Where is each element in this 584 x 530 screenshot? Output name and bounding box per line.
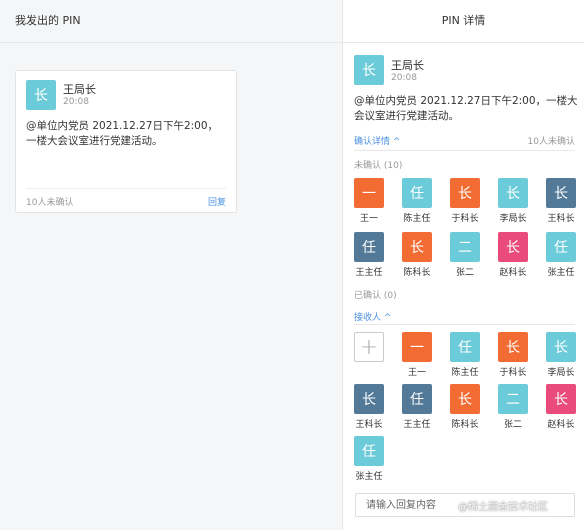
- member-item[interactable]: 长于科长: [491, 332, 535, 378]
- panel-title: PIN 详情: [343, 0, 584, 43]
- member-name: 陈科长: [451, 420, 479, 430]
- avatar: 二: [450, 232, 480, 262]
- member-item[interactable]: 长赵科长: [491, 232, 535, 278]
- member-item[interactable]: 二张二: [443, 232, 487, 278]
- pin-card[interactable]: 长 王局长 20:08 @单位内党员 2021.12.27日下午2:00，一楼大…: [15, 70, 237, 213]
- plus-icon: +: [359, 334, 379, 360]
- avatar: 任: [546, 232, 576, 262]
- member-item[interactable]: 任张主任: [347, 436, 391, 482]
- avatar: 任: [402, 384, 432, 414]
- avatar: 长: [354, 384, 384, 414]
- member-item[interactable]: 任王主任: [395, 384, 439, 430]
- member-item[interactable]: 长陈科长: [443, 384, 487, 430]
- avatar: 任: [402, 178, 432, 208]
- avatar: 长: [354, 55, 384, 85]
- unconfirmed-count: 10人未确认: [527, 137, 575, 147]
- avatar: 长: [402, 232, 432, 262]
- member-item[interactable]: 长王科长: [347, 384, 391, 430]
- member-name: 于科长: [499, 368, 527, 378]
- sender-name: 王局长: [63, 83, 96, 96]
- member-item[interactable]: 长李局长: [539, 332, 583, 378]
- member-name: 王科长: [547, 214, 575, 224]
- confirmed-label: 已确认 (0): [354, 291, 397, 301]
- member-item[interactable]: 一王一: [347, 178, 391, 224]
- avatar: 长: [498, 232, 528, 262]
- card-divider: [26, 188, 226, 189]
- sent-pins-panel: 我发出的 PIN 长 王局长 20:08 @单位内党员 2021.12.27日下…: [0, 0, 342, 530]
- avatar: 长: [26, 80, 56, 110]
- avatar: 长: [546, 384, 576, 414]
- avatar: 长: [546, 178, 576, 208]
- avatar: 二: [498, 384, 528, 414]
- sender-name: 王局长: [391, 59, 424, 72]
- member-name: 陈主任: [403, 214, 431, 224]
- member-name: 张主任: [355, 472, 383, 482]
- member-name: 张主任: [547, 268, 575, 278]
- avatar: 长: [450, 178, 480, 208]
- pin-detail-panel: PIN 详情 长 王局长 20:08 @单位内党员 2021.12.27日下午2…: [343, 0, 584, 530]
- pin-content: @单位内党员 2021.12.27日下午2:00，一楼大会议室进行党建活动。: [26, 120, 219, 147]
- pin-content: @单位内党员 2021.12.27日下午2:00，一楼大会议室进行党建活动。: [354, 95, 578, 122]
- avatar: 长: [498, 178, 528, 208]
- avatar: 长: [450, 384, 480, 414]
- avatar: 长: [546, 332, 576, 362]
- watermark: @稀土掘金技术社区: [458, 502, 548, 513]
- member-name: 王一: [407, 368, 426, 378]
- member-item[interactable]: 长陈科长: [395, 232, 439, 278]
- section-divider: [354, 150, 575, 151]
- member-item[interactable]: 长于科长: [443, 178, 487, 224]
- member-name: 王主任: [355, 268, 383, 278]
- panel-title: 我发出的 PIN: [0, 0, 342, 43]
- avatar: 长: [498, 332, 528, 362]
- member-item[interactable]: 一王一: [395, 332, 439, 378]
- avatar: 一: [402, 332, 432, 362]
- sent-time: 20:08: [63, 97, 89, 107]
- member-item[interactable]: 任陈主任: [395, 178, 439, 224]
- confirm-detail-toggle[interactable]: 确认详情 ^: [354, 134, 400, 147]
- member-name: 赵科长: [499, 268, 527, 278]
- member-name: 李局长: [547, 368, 575, 378]
- member-item[interactable]: 任王主任: [347, 232, 391, 278]
- member-item[interactable]: 长李局长: [491, 178, 535, 224]
- member-item[interactable]: 任陈主任: [443, 332, 487, 378]
- avatar: 一: [354, 178, 384, 208]
- member-name: 张二: [455, 268, 474, 278]
- sent-time: 20:08: [391, 73, 417, 83]
- member-item[interactable]: 长王科长: [539, 178, 583, 224]
- member-name: 王科长: [355, 420, 383, 430]
- member-name: 李局长: [499, 214, 527, 224]
- section-divider: [354, 324, 575, 325]
- member-name: 陈科长: [403, 268, 431, 278]
- avatar: 任: [354, 232, 384, 262]
- member-name: 张二: [503, 420, 522, 430]
- reply-button[interactable]: 回复: [208, 195, 226, 208]
- member-item[interactable]: 长赵科长: [539, 384, 583, 430]
- member-item[interactable]: 二张二: [491, 384, 535, 430]
- avatar: 任: [450, 332, 480, 362]
- member-name: 王主任: [403, 420, 431, 430]
- unconfirmed-count: 10人未确认: [26, 198, 74, 208]
- unconfirmed-label: 未确认 (10): [354, 161, 403, 171]
- member-name: 陈主任: [451, 368, 479, 378]
- receivers-toggle[interactable]: 接收人 ^: [354, 310, 391, 323]
- member-name: 赵科长: [547, 420, 575, 430]
- avatar: 任: [354, 436, 384, 466]
- add-receiver-button[interactable]: +: [354, 332, 384, 362]
- member-name: 王一: [359, 214, 378, 224]
- member-item[interactable]: 任张主任: [539, 232, 583, 278]
- member-name: 于科长: [451, 214, 479, 224]
